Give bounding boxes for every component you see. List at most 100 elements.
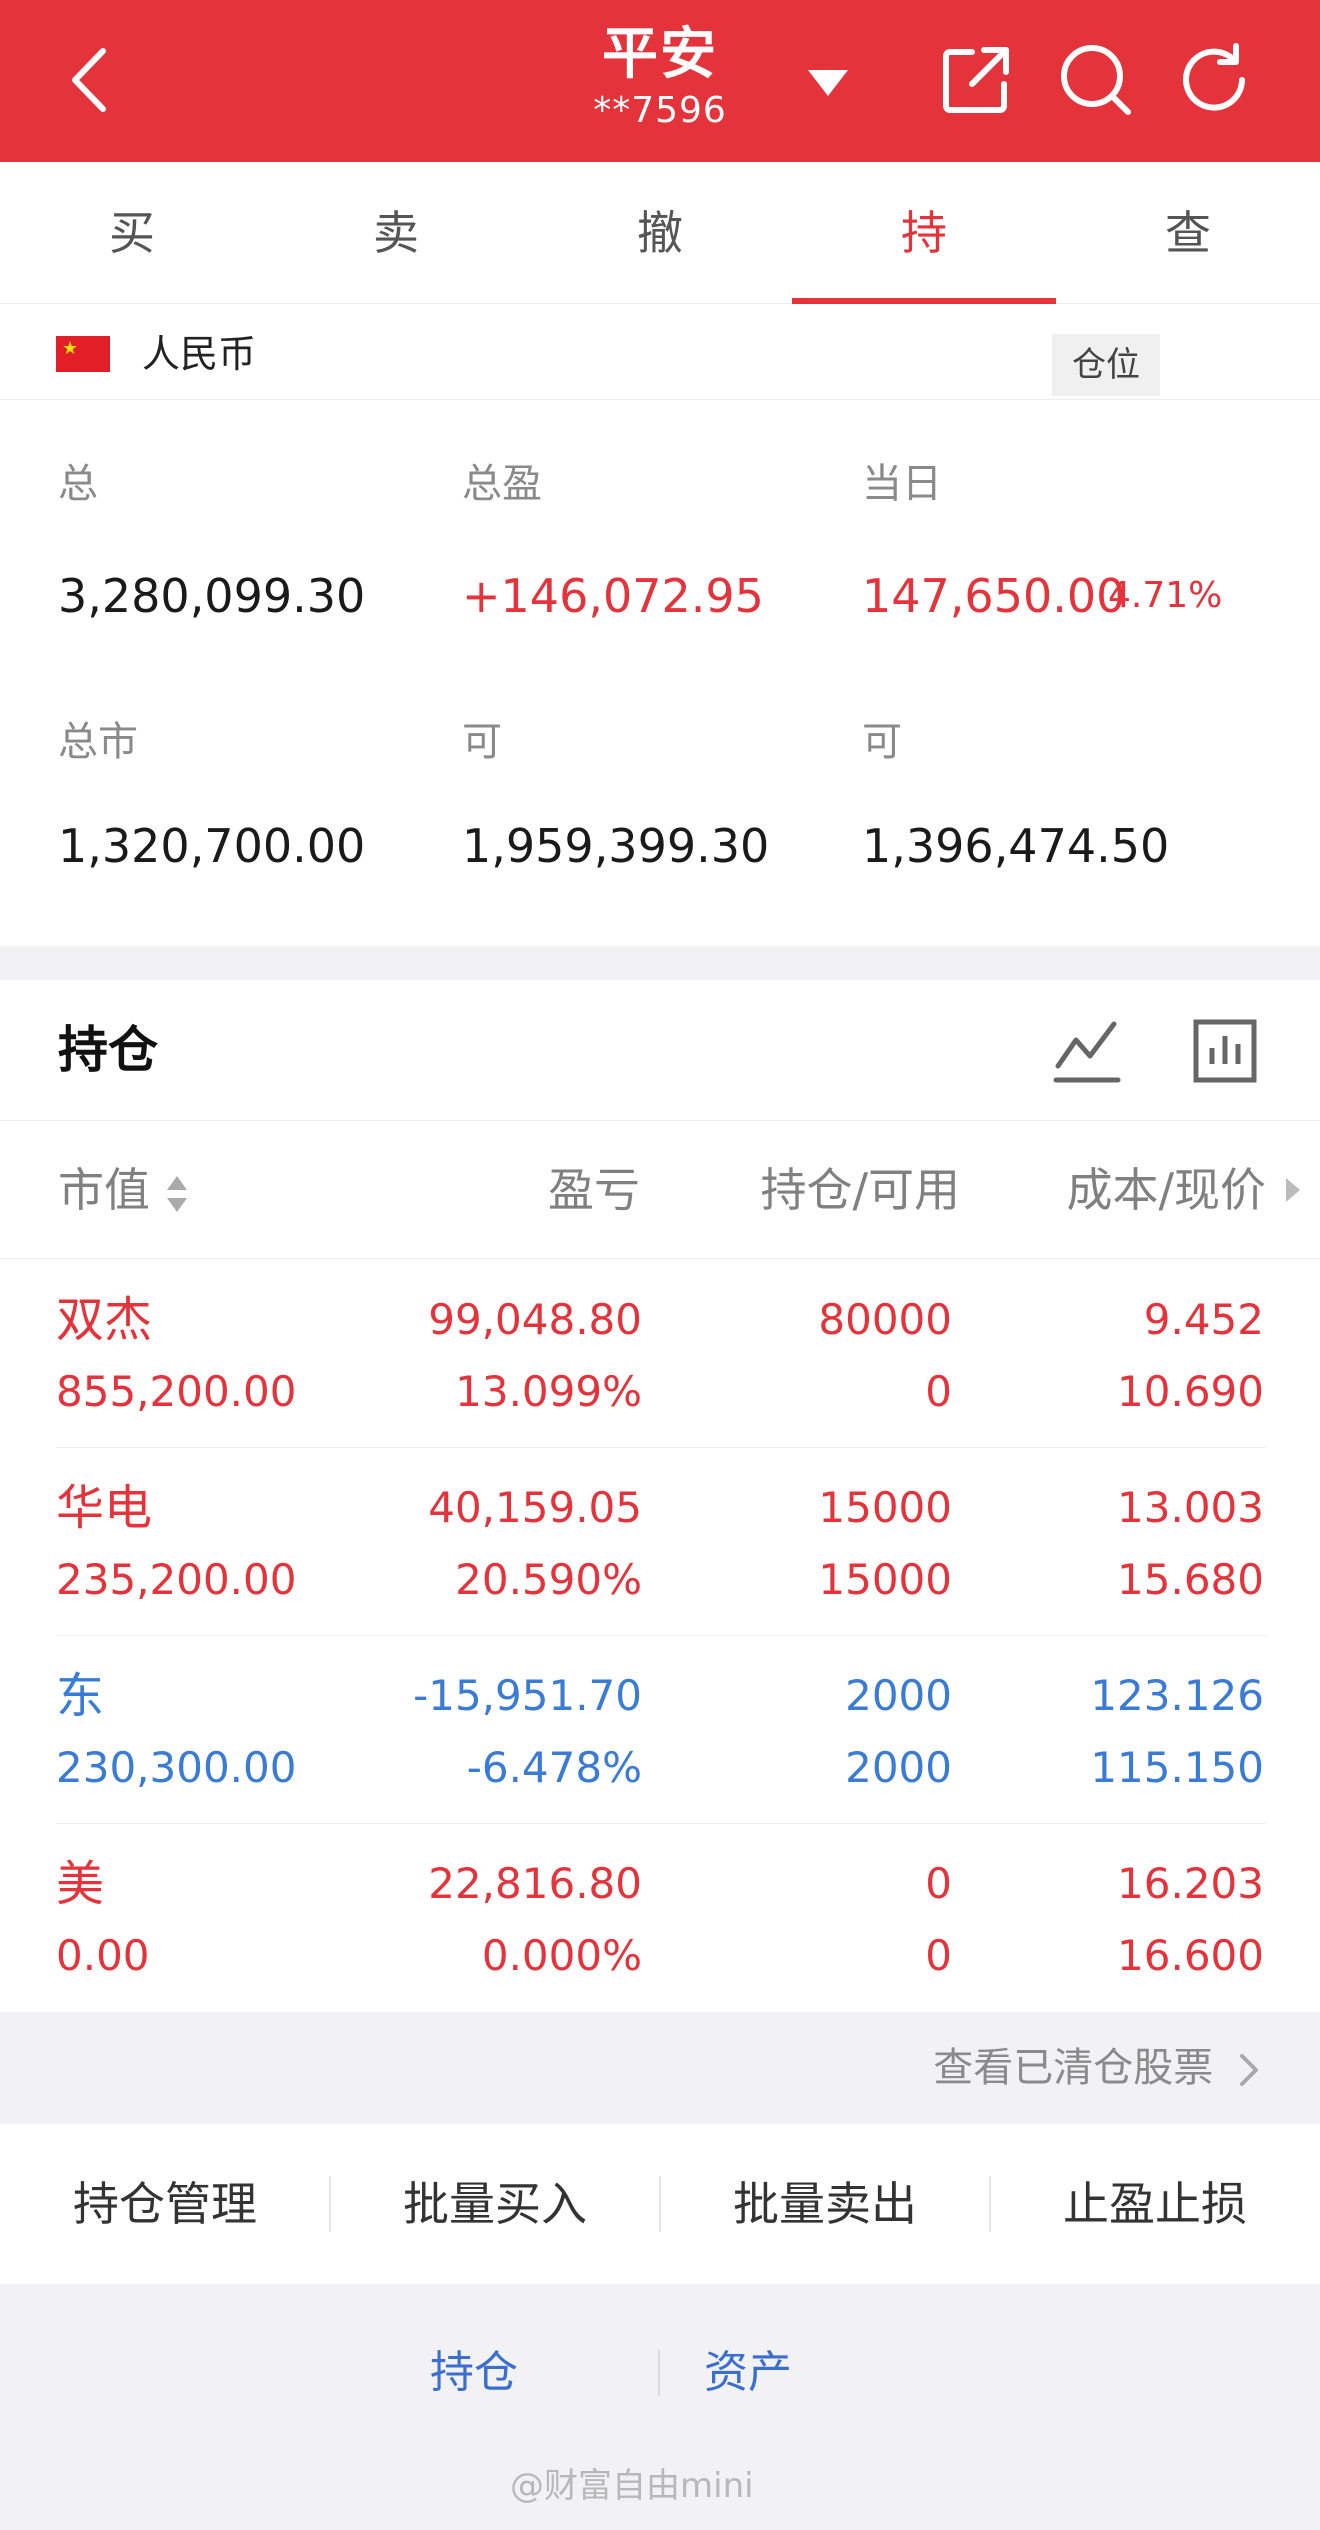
tab-buy[interactable]: 买 xyxy=(0,162,264,304)
table-row[interactable]: 东 230,300.00 -15,951.70 -6.478% 2000 200… xyxy=(0,1636,1320,1824)
stock-position: 2000 xyxy=(845,1671,952,1720)
stock-pnl-pct: 0.000% xyxy=(481,1931,642,1980)
total-pnl-label: 总盈 xyxy=(462,461,542,507)
withdrawable-label: 可 xyxy=(862,719,902,765)
table-row[interactable]: 美 0.00 22,816.80 0.000% 0 0 16.203 16.60… xyxy=(0,1824,1320,2012)
stock-price: 115.150 xyxy=(1090,1743,1264,1792)
stock-pnl: -15,951.70 xyxy=(413,1671,642,1720)
watermark: @财富自由mini xyxy=(510,2466,754,2506)
stock-pnl: 22,816.80 xyxy=(428,1859,642,1908)
search-button[interactable] xyxy=(1046,30,1146,130)
withdrawable-value: 1,396,474.50 xyxy=(862,819,1170,873)
stock-position: 15000 xyxy=(818,1483,952,1532)
market-value-value: 1,320,700.00 xyxy=(58,819,366,873)
account-summary: ★ 人民币 仓位 总 3,280,099.30 总盈 +146,072.95 当… xyxy=(0,304,1320,946)
account-selector[interactable]: 平安 **7596 xyxy=(500,20,820,150)
assets-link[interactable]: 资产 xyxy=(704,2338,792,2408)
line-chart-icon[interactable] xyxy=(1052,1016,1122,1086)
market-value-sort-header[interactable]: 市值 xyxy=(58,1140,189,1240)
holdings-analysis-link[interactable]: 持仓 xyxy=(430,2338,518,2408)
stock-pnl-pct: -6.478% xyxy=(466,1743,642,1792)
account-number: **7596 xyxy=(593,90,727,131)
cleared-stocks-label: 查看已清仓股票 xyxy=(933,2045,1214,2091)
holdings-card: 持仓 市值 盈亏 持仓/可用 成本/现价 双杰 855,200.00 99,04… xyxy=(0,980,1320,2012)
divider xyxy=(658,2350,660,2396)
stock-cost: 9.452 xyxy=(1143,1295,1264,1344)
batch-buy-button[interactable]: 批量买入 xyxy=(330,2124,660,2284)
holdings-action-bar: 持仓管理 批量买入 批量卖出 止盈止损 xyxy=(0,2124,1320,2284)
caret-down-icon[interactable] xyxy=(800,62,856,102)
stock-position: 0 xyxy=(925,1859,952,1908)
stock-price: 16.600 xyxy=(1117,1931,1264,1980)
tab-holdings[interactable]: 持 xyxy=(792,162,1056,304)
stock-available: 2000 xyxy=(845,1743,952,1792)
market-value-header-label: 市值 xyxy=(58,1163,150,1217)
sort-icon xyxy=(166,1175,187,1212)
china-flag-icon: ★ xyxy=(56,336,110,372)
stock-pnl: 40,159.05 xyxy=(428,1483,642,1532)
cost-price-header: 成本/现价 xyxy=(1066,1163,1267,1217)
total-assets-label: 总 xyxy=(58,461,98,507)
top-bar: 平安 **7596 xyxy=(0,0,1320,162)
stock-position: 80000 xyxy=(818,1295,952,1344)
trade-tabs: 买 卖 撤 持 查 xyxy=(0,162,1320,304)
batch-sell-button[interactable]: 批量卖出 xyxy=(660,2124,990,2284)
stock-available: 0 xyxy=(925,1367,952,1416)
stock-cost: 16.203 xyxy=(1117,1859,1264,1908)
external-link-icon xyxy=(943,47,1009,113)
search-icon xyxy=(1061,45,1131,115)
cleared-stocks-link[interactable]: 查看已清仓股票 xyxy=(933,2012,1264,2124)
stock-pnl: 99,048.80 xyxy=(428,1295,642,1344)
stock-name: 美 xyxy=(56,1856,105,1912)
stock-name: 双杰 xyxy=(56,1292,153,1348)
stock-price: 10.690 xyxy=(1117,1367,1264,1416)
stock-name: 华电 xyxy=(56,1480,153,1536)
stock-cost: 13.003 xyxy=(1117,1483,1264,1532)
stock-market-value: 855,200.00 xyxy=(56,1367,297,1416)
table-row[interactable]: 双杰 855,200.00 99,048.80 13.099% 80000 0 … xyxy=(0,1260,1320,1448)
back-button[interactable] xyxy=(40,30,140,130)
position-header: 持仓/可用 xyxy=(760,1163,961,1217)
table-row[interactable]: 华电 235,200.00 40,159.05 20.590% 15000 15… xyxy=(0,1448,1320,1636)
bottom-links: 持仓 资产 @财富自由mini xyxy=(0,2284,1320,2530)
stock-market-value: 235,200.00 xyxy=(56,1555,297,1604)
holdings-title: 持仓 xyxy=(58,1021,158,1079)
manage-holdings-button[interactable]: 持仓管理 xyxy=(0,2124,330,2284)
market-value-label: 总市 xyxy=(58,719,138,765)
share-button[interactable] xyxy=(926,30,1026,130)
daily-pnl-pct: 4.71% xyxy=(1108,575,1223,616)
divider xyxy=(0,1120,1320,1121)
daily-pnl-value: 147,650.00 xyxy=(862,569,1126,623)
stock-pnl-pct: 20.590% xyxy=(455,1555,642,1604)
scroll-right-icon[interactable] xyxy=(1282,1174,1302,1206)
total-pnl-value: +146,072.95 xyxy=(462,569,764,623)
tab-sell[interactable]: 卖 xyxy=(264,162,528,304)
total-assets-value: 3,280,099.30 xyxy=(58,569,366,623)
stock-market-value: 230,300.00 xyxy=(56,1743,297,1792)
divider xyxy=(0,1258,1320,1259)
tab-query[interactable]: 查 xyxy=(1056,162,1320,304)
bar-chart-icon[interactable] xyxy=(1190,1016,1260,1086)
chevron-left-icon xyxy=(72,48,106,112)
stock-available: 15000 xyxy=(818,1555,952,1604)
cleared-stocks-bar: 查看已清仓股票 xyxy=(0,2012,1320,2124)
chevron-right-icon xyxy=(1240,2054,1258,2086)
currency-row: ★ 人民币 仓位 xyxy=(0,304,1320,400)
stock-name: 东 xyxy=(56,1668,105,1724)
refresh-button[interactable] xyxy=(1166,30,1266,130)
pnl-header: 盈亏 xyxy=(548,1163,640,1217)
stock-pnl-pct: 13.099% xyxy=(455,1367,642,1416)
stock-price: 15.680 xyxy=(1117,1555,1264,1604)
available-funds-label: 可 xyxy=(462,719,502,765)
stop-profit-loss-button[interactable]: 止盈止损 xyxy=(990,2124,1320,2284)
stock-available: 0 xyxy=(925,1931,952,1980)
available-funds-value: 1,959,399.30 xyxy=(462,819,770,873)
stock-market-value: 0.00 xyxy=(56,1931,150,1980)
position-badge[interactable]: 仓位 xyxy=(1052,334,1160,396)
currency-label[interactable]: 人民币 xyxy=(142,326,256,382)
tab-cancel[interactable]: 撤 xyxy=(528,162,792,304)
page-title: 平安 xyxy=(602,22,718,87)
stock-cost: 123.126 xyxy=(1090,1671,1264,1720)
daily-pnl-label: 当日 xyxy=(862,461,942,507)
refresh-icon xyxy=(1183,43,1245,111)
